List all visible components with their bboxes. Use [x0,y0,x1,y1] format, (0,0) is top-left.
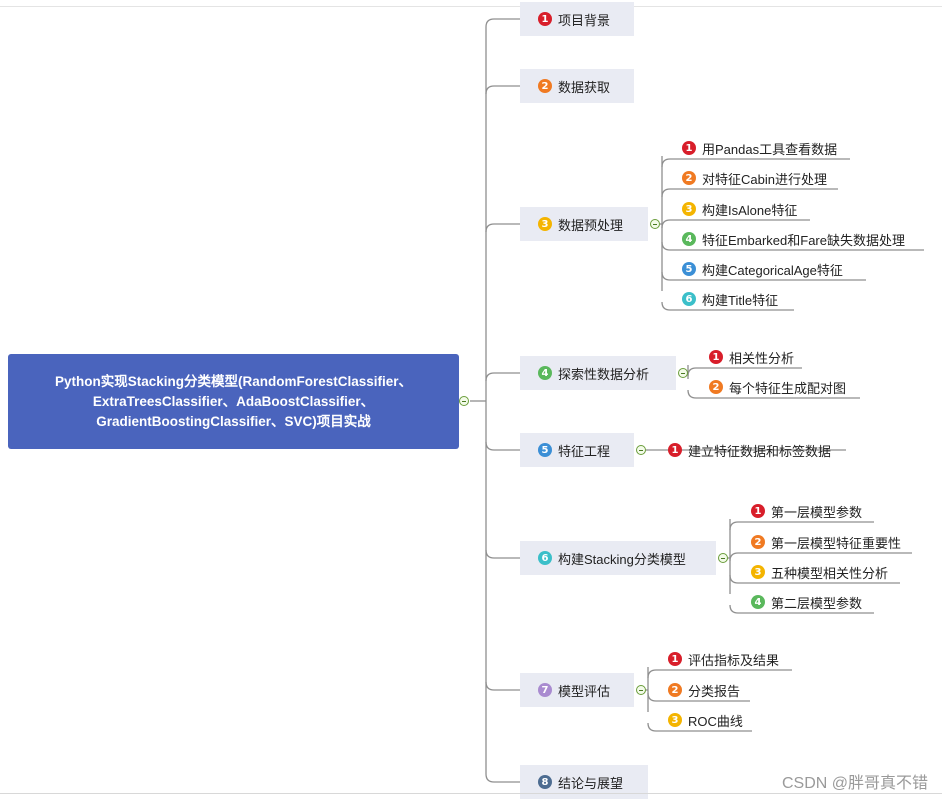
number-badge-icon: 3 [751,565,765,579]
branch-collapse-toggle[interactable] [636,685,646,695]
leaf-label: 第一层模型参数 [771,504,863,520]
leaf-label: 五种模型相关性分析 [771,565,889,581]
leaf-label: 每个特征生成配对图 [729,380,847,396]
number-badge-icon: 5 [538,443,552,457]
number-badge-icon: 3 [538,217,552,231]
bottom-border [0,793,942,794]
connector-line [485,773,520,783]
connector-line [661,219,810,229]
connector-line [485,549,520,559]
leaf-label: ROC曲线 [688,713,743,729]
number-badge-icon: 4 [682,232,696,246]
root-line-3: GradientBoostingClassifier、SVC)项目实战 [96,413,371,429]
branch-label: 数据预处理 [558,217,624,233]
connector-line [687,367,802,377]
branch-node-5[interactable]: 5 特征工程 [520,433,634,467]
branch-node-6[interactable]: 6 构建Stacking分类模型 [520,541,716,575]
connector-line [729,521,874,531]
leaf-label: 相关性分析 [729,350,795,366]
number-badge-icon: 1 [709,350,723,364]
branch-node-4[interactable]: 4 探索性数据分析 [520,356,676,390]
branch-label: 数据获取 [558,79,611,95]
number-badge-icon: 5 [682,262,696,276]
connector-line [485,441,520,451]
number-badge-icon: 1 [538,12,552,26]
number-badge-icon: 2 [668,683,682,697]
leaf-node[interactable]: 5 构建CategoricalAge特征 [682,258,843,280]
connector-line [485,372,520,382]
number-badge-icon: 8 [538,775,552,789]
leaf-label: 对特征Cabin进行处理 [702,171,827,187]
number-badge-icon: 1 [682,141,696,155]
root-collapse-toggle[interactable] [459,396,469,406]
number-badge-icon: 3 [668,713,682,727]
leaf-node[interactable]: 1 评估指标及结果 [668,648,779,670]
number-badge-icon: 1 [751,504,765,518]
number-badge-icon: 2 [538,79,552,93]
leaf-node[interactable]: 2 对特征Cabin进行处理 [682,167,827,189]
leaf-node[interactable]: 6 构建Title特征 [682,288,778,310]
leaf-node[interactable]: 2 每个特征生成配对图 [709,376,846,398]
leaf-label: 第二层模型参数 [771,595,863,611]
branch-node-1[interactable]: 1 项目背景 [520,2,634,36]
root-line-2: ExtraTreesClassifier、AdaBoostClassifier、 [92,393,375,409]
branch-collapse-toggle[interactable] [650,219,660,229]
branch-label: 模型评估 [558,683,611,699]
number-badge-icon: 7 [538,683,552,697]
number-badge-icon: 1 [668,652,682,666]
leaf-node[interactable]: 1 建立特征数据和标签数据 [668,439,831,461]
leaf-label: 第一层模型特征重要性 [771,535,902,551]
leaf-node[interactable]: 3 五种模型相关性分析 [751,561,888,583]
connector-line [485,18,520,28]
branch-label: 项目背景 [558,12,611,28]
number-badge-icon: 2 [751,535,765,549]
leaf-label: 评估指标及结果 [688,652,780,668]
number-badge-icon: 2 [709,380,723,394]
branch-collapse-toggle[interactable] [678,368,688,378]
connector-line [485,85,520,95]
branch-label: 结论与展望 [558,775,624,791]
leaf-node[interactable]: 4 第二层模型参数 [751,591,862,613]
connector-line [661,188,838,198]
branch-label: 探索性数据分析 [558,366,650,382]
number-badge-icon: 2 [682,171,696,185]
leaf-label: 分类报告 [688,683,741,699]
leaf-label: 构建Title特征 [702,292,779,308]
connector-line [661,158,850,168]
connector-line [485,223,520,233]
branch-node-7[interactable]: 7 模型评估 [520,673,634,707]
branch-label: 特征工程 [558,443,611,459]
leaf-node[interactable]: 4 特征Embarked和Fare缺失数据处理 [682,228,905,250]
branch-node-3[interactable]: 3 数据预处理 [520,207,648,241]
leaf-node[interactable]: 2 第一层模型特征重要性 [751,531,901,553]
branch-collapse-toggle[interactable] [636,445,646,455]
number-badge-icon: 6 [538,551,552,565]
leaf-node[interactable]: 1 第一层模型参数 [751,500,862,522]
branch-node-2[interactable]: 2 数据获取 [520,69,634,103]
leaf-node[interactable]: 1 用Pandas工具查看数据 [682,137,837,159]
connector-line [485,681,520,691]
number-badge-icon: 4 [751,595,765,609]
leaf-label: 特征Embarked和Fare缺失数据处理 [702,232,905,248]
root-line-1: Python实现Stacking分类模型(RandomForestClassif… [54,373,413,389]
leaf-node[interactable]: 2 分类报告 [668,679,740,701]
leaf-label: 用Pandas工具查看数据 [702,141,838,157]
number-badge-icon: 6 [682,292,696,306]
number-badge-icon: 4 [538,366,552,380]
leaf-node[interactable]: 1 相关性分析 [709,346,794,368]
root-topic[interactable]: Python实现Stacking分类模型(RandomForestClassif… [8,354,459,449]
branch-label: 构建Stacking分类模型 [558,551,686,567]
leaf-label: 构建CategoricalAge特征 [702,262,843,278]
leaf-label: 建立特征数据和标签数据 [688,443,832,459]
number-badge-icon: 1 [668,443,682,457]
leaf-node[interactable]: 3 ROC曲线 [668,709,743,731]
watermark: CSDN @胖哥真不错 [781,775,928,792]
leaf-label: 构建IsAlone特征 [702,202,798,218]
number-badge-icon: 3 [682,202,696,216]
branch-collapse-toggle[interactable] [718,553,728,563]
connector-line [729,552,912,562]
leaf-node[interactable]: 3 构建IsAlone特征 [682,198,797,220]
connector-line [647,669,792,679]
